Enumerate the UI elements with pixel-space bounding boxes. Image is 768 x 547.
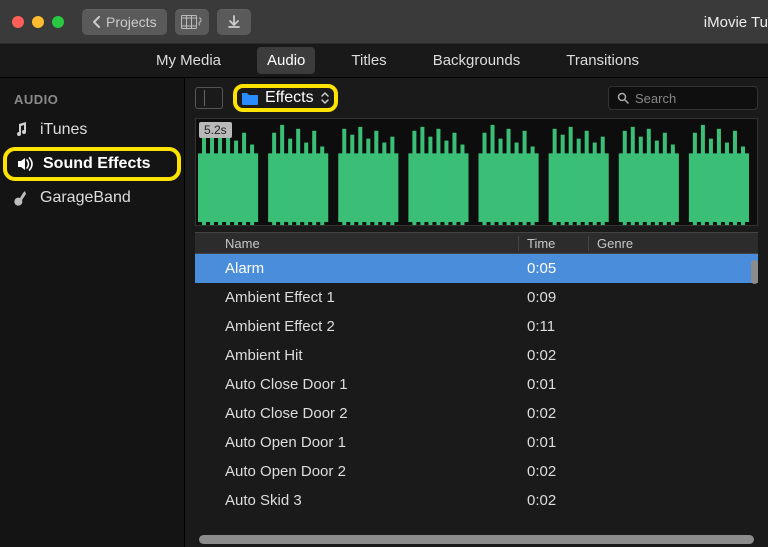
filmstrip-icon: [181, 15, 203, 29]
cell-time: 0:01: [518, 376, 588, 393]
table-row[interactable]: Auto Close Door 2 0:02: [195, 399, 758, 428]
cell-time: 0:02: [518, 492, 588, 509]
table-header: Name Time Genre: [195, 232, 758, 254]
media-tabs: My Media Audio Titles Backgrounds Transi…: [0, 44, 768, 78]
table-row[interactable]: Auto Open Door 2 0:02: [195, 457, 758, 486]
updown-caret-icon: [320, 91, 330, 105]
audio-sidebar: AUDIO iTunes Sound Effects GarageBand: [0, 78, 185, 547]
cell-name: Auto Close Door 2: [195, 405, 518, 422]
cell-time: 0:11: [518, 318, 588, 335]
cell-time: 0:01: [518, 434, 588, 451]
cell-name: Ambient Effect 1: [195, 289, 518, 306]
import-button[interactable]: [217, 9, 251, 35]
cell-name: Auto Open Door 1: [195, 434, 518, 451]
waveform-scrubber[interactable]: [196, 119, 757, 225]
sidebar-heading: AUDIO: [0, 92, 184, 115]
tab-backgrounds[interactable]: Backgrounds: [423, 47, 531, 74]
cell-time: 0:02: [518, 405, 588, 422]
horizontal-scrollbar[interactable]: [199, 535, 754, 544]
titlebar: Projects iMovie Tu: [0, 0, 768, 44]
dropdown-label: Effects: [265, 89, 314, 107]
cell-time: 0:02: [518, 463, 588, 480]
back-to-projects-button[interactable]: Projects: [82, 9, 167, 35]
sidebar-item-garageband[interactable]: GarageBand: [0, 183, 184, 213]
table-row[interactable]: Ambient Effect 1 0:09: [195, 283, 758, 312]
library-header: Effects Search: [185, 78, 768, 118]
sidebar-item-label: GarageBand: [40, 189, 131, 207]
tab-transitions[interactable]: Transitions: [556, 47, 649, 74]
cell-time: 0:09: [518, 289, 588, 306]
sidebar-toggle-button[interactable]: [195, 87, 223, 109]
column-time[interactable]: Time: [518, 236, 588, 251]
chevron-left-icon: [92, 16, 102, 28]
library-content: Effects Search 5.2s: [185, 78, 768, 547]
cell-time: 0:05: [518, 260, 588, 277]
column-name[interactable]: Name: [195, 236, 518, 251]
table-row[interactable]: Auto Close Door 1 0:01: [195, 370, 758, 399]
window-controls: [12, 16, 64, 28]
table-row[interactable]: Auto Skid 3 0:02: [195, 486, 758, 515]
main-area: AUDIO iTunes Sound Effects GarageBand: [0, 78, 768, 547]
minimize-window[interactable]: [32, 16, 44, 28]
cell-name: Auto Open Door 2: [195, 463, 518, 480]
tab-audio[interactable]: Audio: [257, 47, 315, 74]
cell-name: Alarm: [195, 260, 518, 277]
cell-name: Auto Skid 3: [195, 492, 518, 509]
column-genre[interactable]: Genre: [588, 236, 758, 251]
waveform-preview: 5.2s: [195, 118, 758, 226]
back-label: Projects: [106, 14, 157, 30]
vertical-scrollbar[interactable]: [751, 260, 758, 284]
category-dropdown[interactable]: Effects: [233, 84, 338, 112]
table-body: Alarm 0:05 Ambient Effect 1 0:09 Ambient…: [195, 254, 758, 533]
download-arrow-icon: [227, 15, 241, 29]
horizontal-scrollbar-track: [185, 533, 768, 547]
maximize-window[interactable]: [52, 16, 64, 28]
search-placeholder: Search: [635, 91, 676, 106]
preview-duration-badge: 5.2s: [199, 122, 232, 138]
cell-name: Auto Close Door 1: [195, 376, 518, 393]
table-row[interactable]: Ambient Hit 0:02: [195, 341, 758, 370]
guitar-icon: [14, 190, 32, 206]
sidebar-item-sound-effects[interactable]: Sound Effects: [3, 147, 181, 181]
search-field[interactable]: Search: [608, 86, 758, 110]
search-icon: [617, 92, 629, 104]
table-row[interactable]: Ambient Effect 2 0:11: [195, 312, 758, 341]
sidebar-item-label: Sound Effects: [43, 155, 151, 173]
window-title: iMovie Tu: [704, 0, 768, 44]
sidebar-item-itunes[interactable]: iTunes: [0, 115, 184, 145]
cell-name: Ambient Effect 2: [195, 318, 518, 335]
speaker-icon: [17, 156, 35, 172]
table-row[interactable]: Alarm 0:05: [195, 254, 758, 283]
music-note-icon: [14, 122, 32, 138]
folder-icon: [241, 91, 259, 105]
close-window[interactable]: [12, 16, 24, 28]
sound-effects-table: Name Time Genre Alarm 0:05 Ambient Effec…: [195, 232, 758, 533]
tab-titles[interactable]: Titles: [341, 47, 396, 74]
media-browser-button[interactable]: [175, 9, 209, 35]
sidebar-item-label: iTunes: [40, 121, 87, 139]
cell-name: Ambient Hit: [195, 347, 518, 364]
tab-my-media[interactable]: My Media: [146, 47, 231, 74]
table-row[interactable]: Auto Open Door 1 0:01: [195, 428, 758, 457]
cell-time: 0:02: [518, 347, 588, 364]
